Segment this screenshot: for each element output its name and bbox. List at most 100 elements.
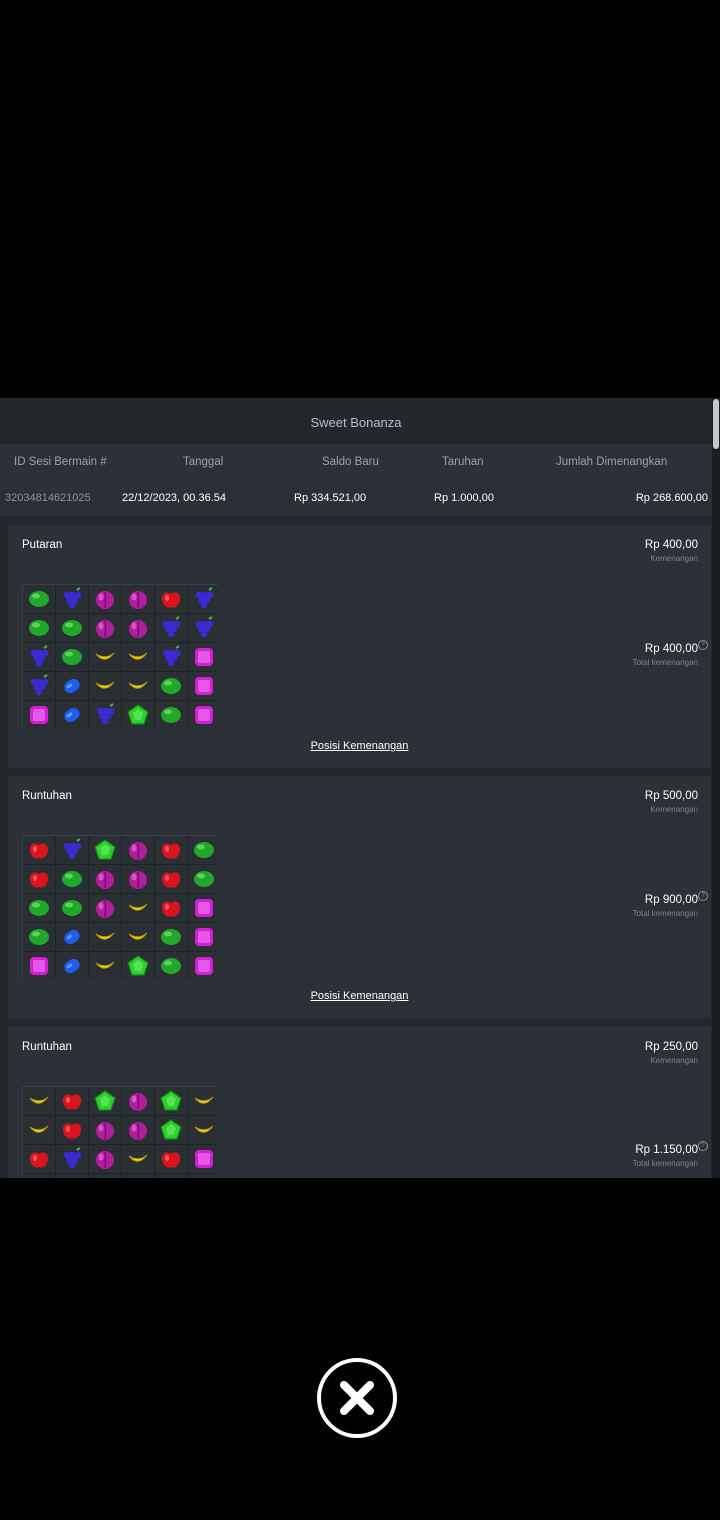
symbol-cell <box>122 701 154 729</box>
symbol-cell <box>188 585 220 613</box>
header-win-amount: Jumlah Dimenangkan <box>556 456 668 468</box>
pink-icon <box>192 1176 216 1178</box>
blue-icon <box>60 1176 84 1178</box>
pink-icon <box>195 928 213 946</box>
grape-icon <box>162 616 181 638</box>
banana-icon <box>126 1176 150 1178</box>
banana-icon <box>128 681 148 689</box>
melon-icon <box>62 871 82 887</box>
header-date: Tanggal <box>183 456 224 468</box>
blue-icon <box>64 929 80 945</box>
symbol-cell <box>56 1116 88 1144</box>
symbol-cell <box>56 614 88 642</box>
spin-win-amount: Rp 500,00 <box>644 790 698 802</box>
close-button[interactable] <box>317 1358 397 1438</box>
plum-icon <box>96 1122 114 1140</box>
symbol-cell <box>56 1145 88 1173</box>
symbol-cell <box>122 1087 154 1115</box>
grape-icon <box>63 587 82 609</box>
symbol-cell <box>122 614 154 642</box>
symbol-cell <box>188 701 220 729</box>
banana-icon <box>95 681 115 689</box>
total-win-label: Total kemenangan <box>632 1159 698 1168</box>
spin-card-1: Putaran Rp 400,00 Kemenangan Rp 400,00 ?… <box>8 525 711 768</box>
banana-icon <box>29 1125 49 1133</box>
row-win: Rp 268.600,00 <box>635 492 708 504</box>
help-icon[interactable]: ? <box>698 640 708 650</box>
plum-icon <box>129 842 147 860</box>
grape-icon <box>63 838 82 860</box>
row-session-id: 32034814621025 <box>5 492 91 504</box>
symbol-cell <box>89 836 121 864</box>
pink-icon <box>195 1150 213 1168</box>
symbol-cell <box>56 894 88 922</box>
plum-icon <box>96 620 114 638</box>
symbol-cell <box>56 1087 88 1115</box>
grape-icon <box>63 1147 82 1169</box>
spin-type-label: Runtuhan <box>22 1041 72 1053</box>
symbol-cell <box>122 923 154 951</box>
symbol-cell <box>56 672 88 700</box>
symbol-cell <box>155 894 187 922</box>
blue-icon <box>64 678 80 694</box>
symbol-cell <box>188 952 220 980</box>
pink-icon <box>195 706 213 724</box>
green-icon <box>94 839 116 860</box>
banana-icon <box>194 1096 214 1104</box>
symbol-cell <box>122 952 154 980</box>
symbol-cell <box>89 923 121 951</box>
grape-icon <box>162 645 181 667</box>
spin-win-label: Kemenangan <box>650 805 698 814</box>
banana-icon <box>128 932 148 940</box>
symbol-cell <box>89 701 121 729</box>
help-icon[interactable]: ? <box>698 1141 708 1151</box>
melon-icon <box>62 900 82 916</box>
pink-icon <box>195 957 213 975</box>
banana-icon <box>128 1154 148 1162</box>
symbol-cell <box>23 1087 55 1115</box>
winning-positions-link[interactable]: Posisi Kemenangan <box>8 990 711 1002</box>
spin-card-2: Runtuhan Rp 500,00 Kemenangan Rp 900,00 … <box>8 776 711 1018</box>
symbol-cell <box>188 923 220 951</box>
table-row[interactable]: 32034814621025 22/12/2023, 00.36.54 Rp 3… <box>0 480 712 516</box>
history-panel: Sweet Bonanza ID Sesi Bermain # Tanggal … <box>0 398 712 1178</box>
spin-win-label: Kemenangan <box>650 1056 698 1065</box>
grape-icon <box>30 645 49 667</box>
symbol-cell <box>122 1145 154 1173</box>
scrollbar[interactable] <box>712 398 720 1178</box>
symbol-cell <box>122 672 154 700</box>
total-win-amount: Rp 400,00 <box>644 643 698 655</box>
winning-positions-link[interactable]: Posisi Kemenangan <box>8 740 711 752</box>
symbol-cell <box>23 952 55 980</box>
symbol-grid <box>22 1086 220 1178</box>
spin-type-label: Putaran <box>22 539 63 551</box>
apple-icon <box>161 1149 181 1168</box>
symbol-cell <box>155 836 187 864</box>
symbol-cell <box>188 836 220 864</box>
spin-win-amount: Rp 250,00 <box>644 1041 698 1053</box>
symbol-cell <box>188 865 220 893</box>
symbol-cell <box>56 836 88 864</box>
symbol-cell <box>188 643 220 671</box>
symbol-grid <box>22 584 220 729</box>
symbol-cell <box>155 1116 187 1144</box>
symbol-cell <box>23 865 55 893</box>
symbol-cell <box>155 923 187 951</box>
symbol-grid <box>22 835 220 980</box>
plum-icon <box>129 1093 147 1111</box>
symbol-cell <box>155 672 187 700</box>
banana-icon <box>95 932 115 940</box>
symbol-cell <box>122 585 154 613</box>
pink-icon <box>195 648 213 666</box>
melon-icon <box>27 1176 51 1178</box>
symbol-cell <box>23 672 55 700</box>
help-icon[interactable]: ? <box>698 891 708 901</box>
header-bet: Taruhan <box>442 456 484 468</box>
symbol-cell <box>56 643 88 671</box>
scroll-thumb[interactable] <box>713 399 719 449</box>
symbol-cell <box>89 614 121 642</box>
symbol-cell <box>89 672 121 700</box>
symbol-cell <box>122 894 154 922</box>
spin-win-label: Kemenangan <box>650 554 698 563</box>
banana-icon <box>128 652 148 660</box>
